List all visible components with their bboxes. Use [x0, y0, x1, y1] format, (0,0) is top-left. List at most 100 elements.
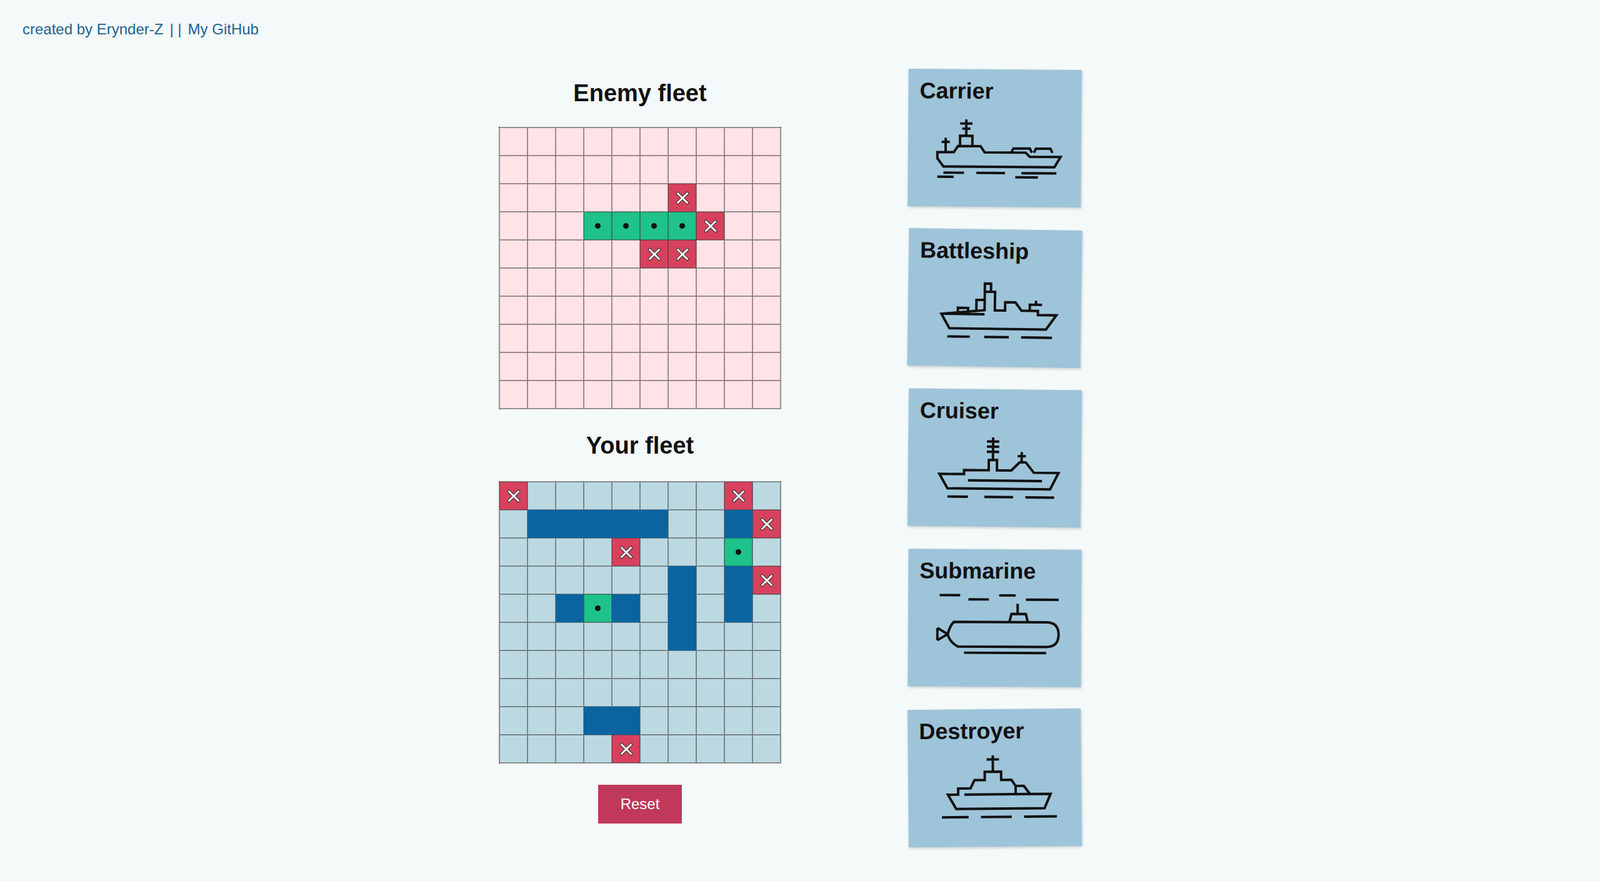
grid-cell[interactable] [583, 352, 612, 381]
grid-cell[interactable] [583, 127, 612, 156]
grid-cell[interactable] [640, 324, 669, 353]
grid-cell[interactable] [527, 268, 556, 297]
grid-cell[interactable] [752, 211, 781, 240]
grid-cell[interactable] [752, 127, 781, 156]
grid-cell[interactable] [640, 352, 669, 381]
grid-cell[interactable] [527, 324, 556, 353]
grid-cell[interactable] [724, 324, 753, 353]
grid-cell[interactable] [527, 296, 556, 325]
ship-card[interactable]: Battleship [906, 228, 1082, 369]
grid-cell[interactable] [611, 380, 640, 409]
ship-card[interactable]: Destroyer [907, 708, 1082, 848]
ship-card[interactable]: Carrier [907, 68, 1082, 208]
ship-card[interactable]: Cruiser [907, 388, 1082, 529]
grid-cell[interactable] [696, 240, 725, 269]
grid-cell[interactable] [583, 324, 612, 353]
credit-link[interactable]: created by Erynder-Z [22, 20, 164, 39]
grid-cell[interactable] [583, 296, 612, 325]
grid-cell[interactable] [527, 211, 556, 240]
grid-cell[interactable] [668, 240, 697, 269]
grid-cell[interactable] [696, 183, 725, 212]
grid-cell[interactable] [668, 324, 697, 353]
grid-cell[interactable] [724, 240, 753, 269]
grid-cell[interactable] [696, 268, 725, 297]
grid-cell[interactable] [611, 324, 640, 353]
grid-cell[interactable] [724, 155, 753, 184]
grid-cell[interactable] [611, 268, 640, 297]
grid-cell[interactable] [640, 211, 669, 240]
grid-cell[interactable] [611, 296, 640, 325]
grid-cell[interactable] [611, 240, 640, 269]
grid-cell[interactable] [668, 268, 697, 297]
grid-cell[interactable] [555, 324, 584, 353]
grid-cell[interactable] [527, 380, 556, 409]
grid-cell[interactable] [611, 352, 640, 381]
grid-cell[interactable] [668, 352, 697, 381]
grid-cell[interactable] [499, 296, 528, 325]
grid-cell[interactable] [611, 211, 640, 240]
grid-cell[interactable] [527, 183, 556, 212]
grid-cell[interactable] [527, 240, 556, 269]
grid-cell[interactable] [527, 352, 556, 381]
grid-cell[interactable] [640, 155, 669, 184]
grid-cell[interactable] [752, 352, 781, 381]
grid-cell[interactable] [499, 352, 528, 381]
grid-cell[interactable] [696, 155, 725, 184]
grid-cell[interactable] [640, 127, 669, 156]
grid-cell[interactable] [583, 380, 612, 409]
grid-cell[interactable] [724, 352, 753, 381]
grid-cell[interactable] [583, 211, 612, 240]
grid-cell[interactable] [696, 296, 725, 325]
grid-cell[interactable] [668, 296, 697, 325]
grid-cell[interactable] [640, 380, 669, 409]
grid-cell[interactable] [724, 268, 753, 297]
grid-cell[interactable] [668, 127, 697, 156]
grid-cell[interactable] [555, 380, 584, 409]
grid-cell[interactable] [668, 183, 697, 212]
grid-cell[interactable] [752, 155, 781, 184]
grid-cell[interactable] [499, 127, 528, 156]
grid-cell[interactable] [668, 380, 697, 409]
grid-cell[interactable] [527, 155, 556, 184]
grid-cell[interactable] [555, 352, 584, 381]
grid-cell[interactable] [752, 380, 781, 409]
grid-cell[interactable] [640, 240, 669, 269]
grid-cell[interactable] [611, 155, 640, 184]
grid-cell[interactable] [499, 380, 528, 409]
grid-cell[interactable] [752, 296, 781, 325]
grid-cell[interactable] [724, 296, 753, 325]
grid-cell[interactable] [724, 127, 753, 156]
grid-cell[interactable] [499, 211, 528, 240]
grid-cell[interactable] [752, 268, 781, 297]
reset-button[interactable]: Reset [598, 785, 682, 824]
grid-cell[interactable] [499, 155, 528, 184]
grid-cell[interactable] [696, 127, 725, 156]
grid-cell[interactable] [499, 268, 528, 297]
grid-cell[interactable] [527, 127, 556, 156]
grid-cell[interactable] [696, 352, 725, 381]
grid-cell[interactable] [668, 211, 697, 240]
ship-card[interactable]: Submarine [907, 548, 1082, 687]
grid-cell[interactable] [583, 268, 612, 297]
grid-cell[interactable] [640, 296, 669, 325]
grid-cell[interactable] [583, 240, 612, 269]
grid-cell[interactable] [752, 183, 781, 212]
grid-cell[interactable] [555, 240, 584, 269]
grid-cell[interactable] [555, 127, 584, 156]
github-link[interactable]: My GitHub [188, 20, 259, 39]
grid-cell[interactable] [724, 211, 753, 240]
grid-cell[interactable] [668, 155, 697, 184]
grid-cell[interactable] [555, 296, 584, 325]
grid-cell[interactable] [752, 240, 781, 269]
grid-cell[interactable] [724, 380, 753, 409]
grid-cell[interactable] [752, 324, 781, 353]
grid-cell[interactable] [555, 268, 584, 297]
grid-cell[interactable] [611, 183, 640, 212]
grid-cell[interactable] [611, 127, 640, 156]
grid-cell[interactable] [499, 324, 528, 353]
grid-cell[interactable] [696, 324, 725, 353]
grid-cell[interactable] [499, 183, 528, 212]
grid-cell[interactable] [555, 211, 584, 240]
grid-cell[interactable] [583, 183, 612, 212]
grid-cell[interactable] [696, 380, 725, 409]
